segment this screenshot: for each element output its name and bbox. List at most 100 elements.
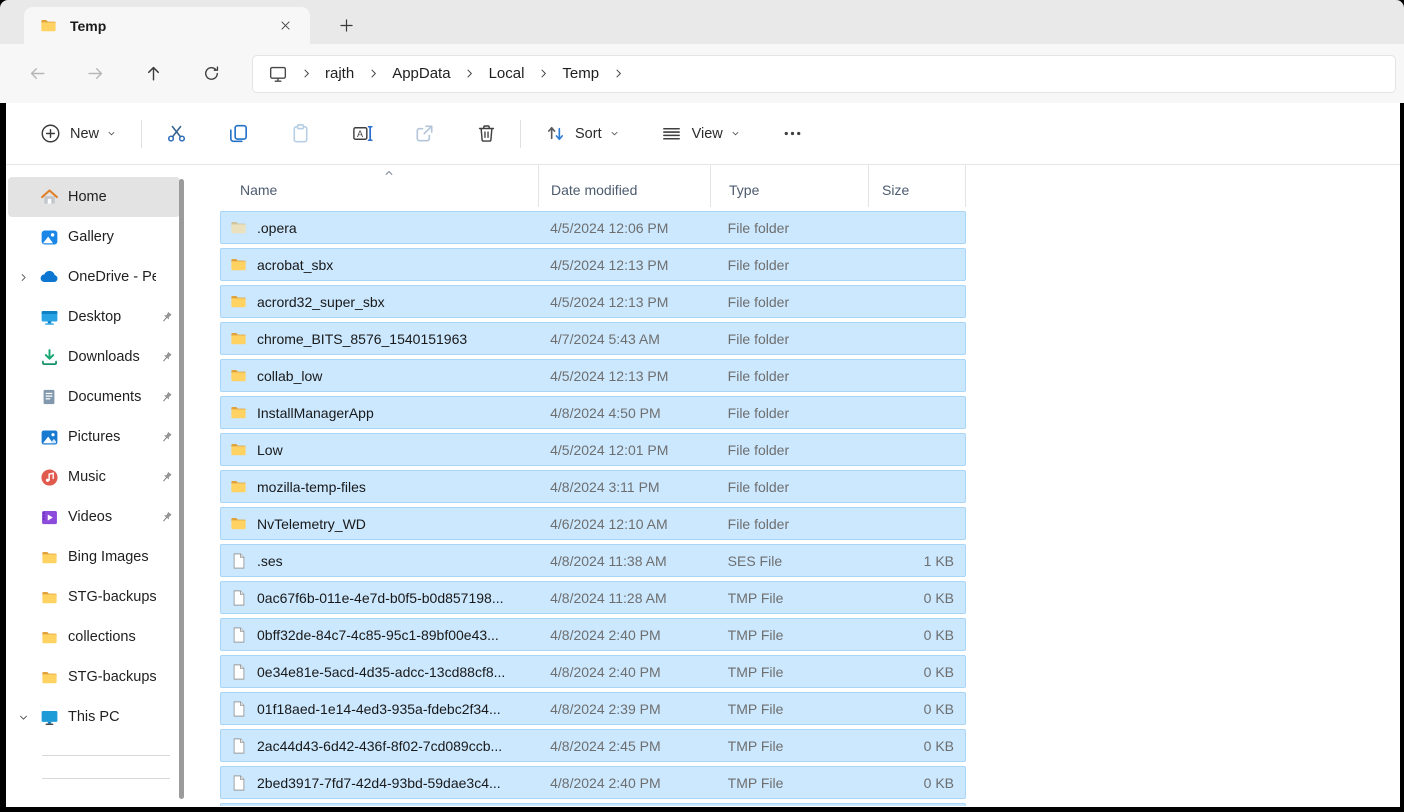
folder-icon <box>229 292 248 311</box>
pin-icon <box>156 427 176 447</box>
clipboard-icon <box>288 122 312 146</box>
back-button[interactable] <box>20 57 54 91</box>
sidebar-item-downloads[interactable]: Downloads <box>8 337 180 377</box>
cut-button[interactable] <box>154 115 198 153</box>
sidebar-item-music[interactable]: Music <box>8 457 180 497</box>
column-header-type[interactable]: Type <box>710 165 868 207</box>
expander-icon[interactable] <box>8 337 38 377</box>
file-row[interactable]: .ses 4/8/2024 11:38 AM SES File 1 KB <box>220 544 966 577</box>
expander-icon[interactable] <box>8 377 38 417</box>
expander-icon[interactable] <box>8 457 38 497</box>
svg-text:A: A <box>356 129 363 139</box>
expander-icon[interactable] <box>8 217 38 257</box>
address-bar[interactable]: rajth AppData Local Temp <box>252 55 1396 93</box>
more-button[interactable] <box>771 115 815 153</box>
sidebar-item-label: Music <box>68 469 156 485</box>
file-row[interactable]: NvTelemetry_WD 4/6/2024 12:10 AM File fo… <box>220 507 966 540</box>
file-type: File folder <box>710 294 868 310</box>
file-row[interactable]: 0bff32de-84c7-4c85-95c1-89bf00e43... 4/8… <box>220 618 966 651</box>
file-name: InstallManagerApp <box>257 405 374 421</box>
file-row[interactable]: 2ac44d43-6d42-436f-8f02-7cd089ccb... 4/8… <box>220 729 966 762</box>
file-row[interactable]: collab_low 4/5/2024 12:13 PM File folder <box>220 359 966 392</box>
breadcrumb-item[interactable]: Local <box>481 61 533 86</box>
breadcrumb-item[interactable]: Temp <box>554 61 607 86</box>
sidebar-divider <box>42 778 170 779</box>
column-label: Type <box>729 182 759 198</box>
chevron-right-icon[interactable] <box>362 66 384 81</box>
paste-button[interactable] <box>278 115 322 153</box>
sidebar-item-bing-images[interactable]: Bing Images <box>8 537 180 577</box>
copy-button[interactable] <box>216 115 260 153</box>
file-name: 01f18aed-1e14-4ed3-935a-fdebc2f34... <box>257 701 501 717</box>
forward-button[interactable] <box>78 57 112 91</box>
expander-icon[interactable] <box>8 257 38 297</box>
sidebar-item-onedrive-pers[interactable]: OneDrive - Pers <box>8 257 180 297</box>
file-icon <box>229 588 248 607</box>
trash-icon <box>474 122 498 146</box>
close-icon[interactable] <box>272 13 298 39</box>
sidebar-item-documents[interactable]: Documents <box>8 377 180 417</box>
column-header-size[interactable]: Size <box>868 165 966 207</box>
expander-icon[interactable] <box>8 657 38 697</box>
monitor-icon[interactable] <box>263 63 293 85</box>
file-row[interactable]: chrome_BITS_8576_1540151963 4/7/2024 5:4… <box>220 322 966 355</box>
expander-icon[interactable] <box>8 577 38 617</box>
folder-icon <box>229 440 248 459</box>
up-button[interactable] <box>136 57 170 91</box>
sidebar-item-gallery[interactable]: Gallery <box>8 217 180 257</box>
pin-icon <box>156 667 176 687</box>
expander-icon[interactable] <box>8 537 38 577</box>
file-row[interactable]: 01f18aed-1e14-4ed3-935a-fdebc2f34... 4/8… <box>220 692 966 725</box>
share-button[interactable] <box>402 115 446 153</box>
refresh-button[interactable] <box>194 57 228 91</box>
chevron-right-icon[interactable] <box>459 66 481 81</box>
sidebar-scrollbar[interactable] <box>179 179 184 799</box>
view-button[interactable]: View <box>650 115 753 153</box>
sidebar-item-this-pc[interactable]: This PC <box>8 697 180 737</box>
sidebar-item-stg-backups-fl[interactable]: STG-backups-Fl <box>8 657 180 697</box>
file-row[interactable]: acrord32_super_sbx 4/5/2024 12:13 PM Fil… <box>220 285 966 318</box>
file-row[interactable] <box>220 803 966 806</box>
sidebar-item-stg-backups-fl[interactable]: STG-backups-Fl <box>8 577 180 617</box>
expander-icon[interactable] <box>8 497 38 537</box>
tab-temp[interactable]: Temp <box>24 7 310 44</box>
sidebar-item-label: STG-backups-Fl <box>68 669 156 685</box>
expander-icon[interactable] <box>8 697 38 737</box>
sidebar-item-desktop[interactable]: Desktop <box>8 297 180 337</box>
file-size: 0 KB <box>867 664 965 680</box>
file-row[interactable]: .opera 4/5/2024 12:06 PM File folder <box>220 211 966 244</box>
file-name-cell: acrobat_sbx <box>221 255 538 274</box>
new-button[interactable]: New <box>28 115 129 153</box>
column-header-name[interactable]: Name <box>220 165 538 207</box>
sidebar-item-videos[interactable]: Videos <box>8 497 180 537</box>
sort-button[interactable]: Sort <box>533 115 632 153</box>
chevron-right-icon[interactable] <box>607 66 629 81</box>
chevron-right-icon[interactable] <box>295 66 317 81</box>
file-date: 4/5/2024 12:01 PM <box>538 442 710 458</box>
file-date: 4/8/2024 2:40 PM <box>538 664 710 680</box>
sidebar-item-label: Desktop <box>68 309 156 325</box>
expander-icon[interactable] <box>8 617 38 657</box>
file-size: 0 KB <box>867 738 965 754</box>
file-name-cell: 0ac67f6b-011e-4e7d-b0f5-b0d857198... <box>221 588 538 607</box>
expander-icon[interactable] <box>8 177 38 217</box>
breadcrumb-item[interactable]: rajth <box>317 61 362 86</box>
sidebar-item-pictures[interactable]: Pictures <box>8 417 180 457</box>
file-row[interactable]: 2bed3917-7fd7-42d4-93bd-59dae3c4... 4/8/… <box>220 766 966 799</box>
sidebar-item-home[interactable]: Home <box>8 177 180 217</box>
file-row[interactable]: mozilla-temp-files 4/8/2024 3:11 PM File… <box>220 470 966 503</box>
file-row[interactable]: 0ac67f6b-011e-4e7d-b0f5-b0d857198... 4/8… <box>220 581 966 614</box>
rename-button[interactable]: A <box>340 115 384 153</box>
chevron-right-icon[interactable] <box>532 66 554 81</box>
new-tab-button[interactable] <box>332 11 360 39</box>
breadcrumb-item[interactable]: AppData <box>384 61 458 86</box>
file-row[interactable]: acrobat_sbx 4/5/2024 12:13 PM File folde… <box>220 248 966 281</box>
expander-icon[interactable] <box>8 297 38 337</box>
delete-button[interactable] <box>464 115 508 153</box>
expander-icon[interactable] <box>8 417 38 457</box>
column-header-date-modified[interactable]: Date modified <box>538 165 710 207</box>
file-row[interactable]: 0e34e81e-5acd-4d35-adcc-13cd88cf8... 4/8… <box>220 655 966 688</box>
sidebar-item-collections[interactable]: collections <box>8 617 180 657</box>
file-row[interactable]: Low 4/5/2024 12:01 PM File folder <box>220 433 966 466</box>
file-row[interactable]: InstallManagerApp 4/8/2024 4:50 PM File … <box>220 396 966 429</box>
